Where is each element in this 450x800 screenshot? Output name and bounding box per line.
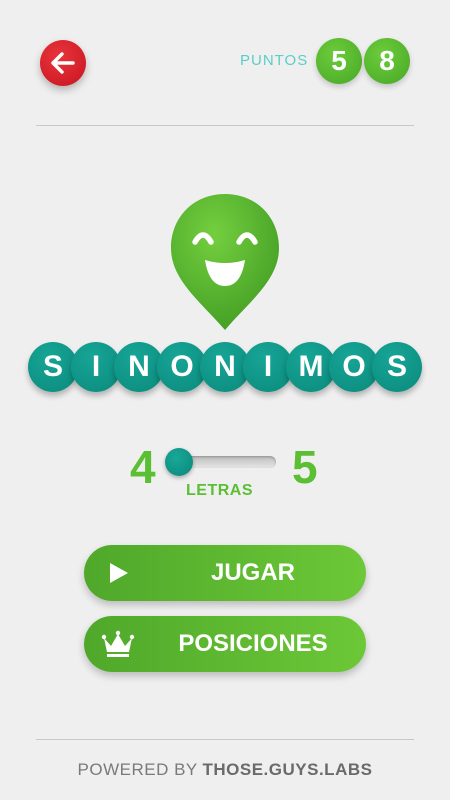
title-letter: S: [372, 342, 422, 392]
play-button[interactable]: JUGAR: [84, 545, 366, 601]
divider: [36, 739, 414, 740]
brand-name: THOSE.GUYS.LABS: [202, 760, 373, 779]
arrow-left-icon: [51, 52, 75, 74]
crown-icon: [101, 630, 135, 657]
points-digit: 5: [316, 38, 362, 84]
back-button[interactable]: [40, 40, 86, 86]
powered-by-label: POWERED BY: [77, 760, 198, 779]
footer: POWERED BY THOSE.GUYS.LABS: [0, 760, 450, 780]
game-title: S I N O N I M O S: [28, 342, 422, 396]
min-letters: 4: [130, 441, 156, 493]
points-label: PUNTOS: [240, 52, 309, 69]
play-icon: [110, 563, 128, 583]
rankings-button-label: POSICIONES: [178, 630, 328, 657]
divider: [36, 125, 414, 126]
slider-handle[interactable]: [165, 448, 193, 476]
points-digit: 8: [364, 38, 410, 84]
smiley-pin-icon: [171, 194, 279, 330]
letters-label: LETRAS: [186, 482, 253, 499]
rankings-button[interactable]: POSICIONES: [84, 616, 366, 672]
play-button-label: JUGAR: [210, 559, 295, 586]
max-letters: 5: [292, 441, 318, 493]
